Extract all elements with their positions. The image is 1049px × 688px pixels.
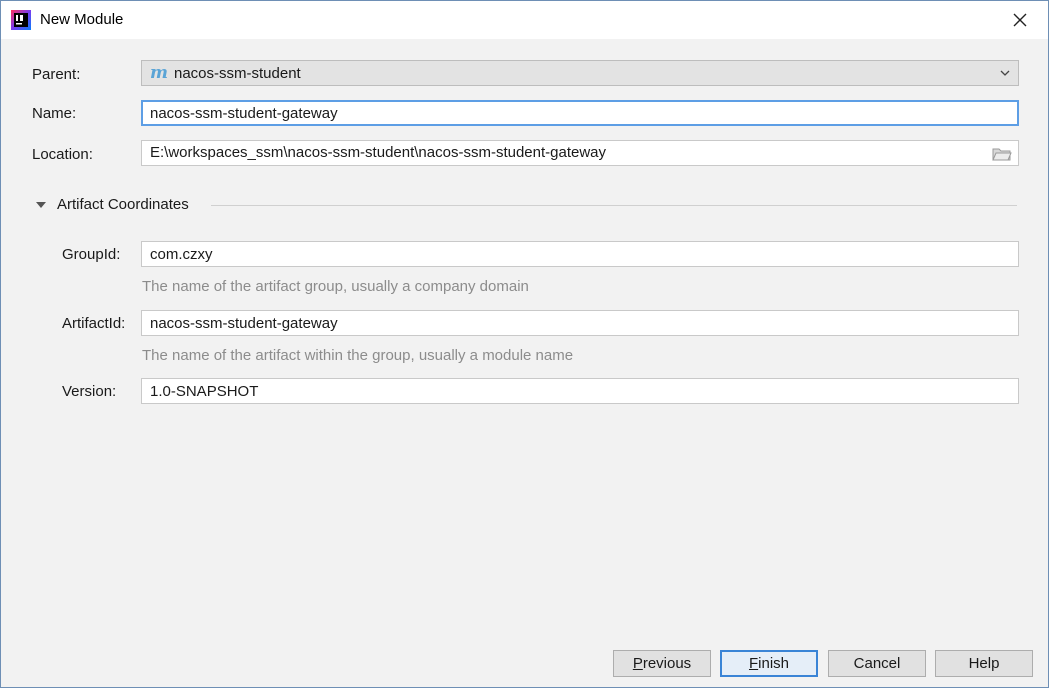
title-bar: New Module [1, 1, 1048, 39]
close-icon [1013, 13, 1027, 27]
version-input[interactable] [141, 378, 1019, 404]
artifactid-hint: The name of the artifact within the grou… [142, 347, 574, 364]
location-input[interactable]: E:\workspaces_ssm\nacos-ssm-student\naco… [141, 140, 1019, 166]
help-button[interactable]: Help [935, 650, 1033, 677]
maven-m-icon: m [150, 62, 168, 83]
browse-folder-button[interactable] [992, 146, 1012, 170]
finish-button[interactable]: Finish [720, 650, 818, 677]
chevron-down-icon [1000, 70, 1010, 76]
artifactid-label: ArtifactId: [62, 315, 126, 332]
name-label: Name: [32, 105, 77, 122]
section-divider [211, 205, 1017, 206]
parent-label: Parent: [32, 66, 81, 83]
groupid-label: GroupId: [62, 246, 121, 263]
parent-select[interactable]: m nacos-ssm-student [141, 60, 1019, 86]
intellij-idea-icon [11, 10, 31, 30]
artifactid-input[interactable] [141, 310, 1019, 336]
folder-icon [992, 148, 1012, 161]
window-title: New Module [40, 11, 124, 28]
version-label: Version: [62, 383, 117, 400]
parent-select-value: nacos-ssm-student [174, 64, 301, 82]
groupid-hint: The name of the artifact group, usually … [142, 278, 529, 295]
previous-label: revious [642, 655, 692, 672]
location-input-value: E:\workspaces_ssm\nacos-ssm-student\naco… [150, 144, 607, 161]
name-input[interactable] [141, 100, 1019, 126]
finish-label: inish [758, 655, 790, 672]
cancel-button[interactable]: Cancel [828, 650, 926, 677]
close-button[interactable] [1001, 1, 1039, 39]
new-module-dialog: New Module Parent: m nacos-ssm-student N… [0, 0, 1049, 688]
collapse-triangle-icon[interactable] [35, 201, 47, 209]
location-label: Location: [32, 146, 93, 163]
previous-button[interactable]: Previous [613, 650, 711, 677]
artifact-coordinates-header: Artifact Coordinates [35, 194, 1017, 216]
previous-mnemonic: P [632, 655, 643, 672]
groupid-input[interactable] [141, 241, 1019, 267]
finish-mnemonic: F [748, 655, 759, 672]
section-title: Artifact Coordinates [57, 196, 189, 213]
